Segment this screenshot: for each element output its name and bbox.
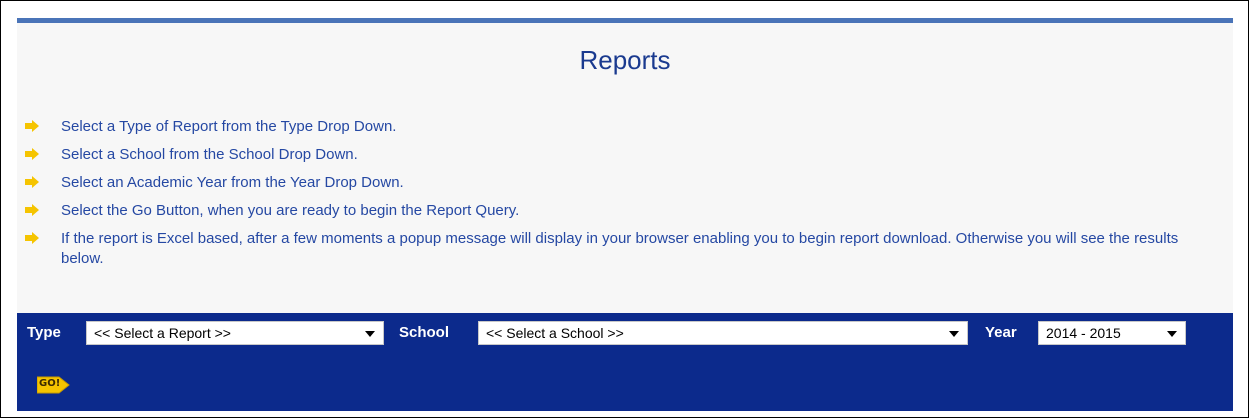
type-select[interactable]: << Select a Report >>	[86, 321, 384, 345]
school-select[interactable]: << Select a School >>	[478, 321, 968, 345]
go-button[interactable]: GO!	[36, 375, 71, 395]
year-select-value: 2014 - 2015	[1046, 325, 1121, 341]
report-frame: Reports Select a Type of Report from the…	[0, 0, 1249, 418]
instructions-list: Select a Type of Report from the Type Dr…	[25, 117, 1215, 277]
school-label: School	[399, 324, 450, 341]
instruction-text: Select an Academic Year from the Year Dr…	[61, 174, 404, 191]
type-select-value: << Select a Report >>	[94, 325, 231, 341]
chevron-down-icon	[365, 331, 375, 337]
bullet-arrow-icon	[25, 232, 39, 244]
instruction-item: Select an Academic Year from the Year Dr…	[25, 173, 1215, 193]
instruction-item: If the report is Excel based, after a fe…	[25, 229, 1215, 269]
page-title: Reports	[579, 45, 671, 75]
instruction-text: Select a School from the School Drop Dow…	[61, 146, 358, 163]
instruction-text: Select a Type of Report from the Type Dr…	[61, 118, 397, 135]
bullet-arrow-icon	[25, 204, 39, 216]
filter-toolbar: Type << Select a Report >> School << Sel…	[17, 313, 1233, 411]
instruction-text: Select the Go Button, when you are ready…	[61, 202, 520, 219]
year-label: Year	[985, 324, 1017, 341]
year-select[interactable]: 2014 - 2015	[1038, 321, 1186, 345]
bullet-arrow-icon	[25, 148, 39, 160]
chevron-down-icon	[949, 331, 959, 337]
bullet-arrow-icon	[25, 120, 39, 132]
type-label: Type	[27, 324, 61, 341]
instruction-item: Select the Go Button, when you are ready…	[25, 201, 1215, 221]
go-button-label: GO!	[39, 378, 61, 389]
instruction-item: Select a School from the School Drop Dow…	[25, 145, 1215, 165]
school-select-value: << Select a School >>	[486, 325, 624, 341]
chevron-down-icon	[1167, 331, 1177, 337]
instruction-text: If the report is Excel based, after a fe…	[61, 230, 1179, 267]
bullet-arrow-icon	[25, 176, 39, 188]
instruction-item: Select a Type of Report from the Type Dr…	[25, 117, 1215, 137]
